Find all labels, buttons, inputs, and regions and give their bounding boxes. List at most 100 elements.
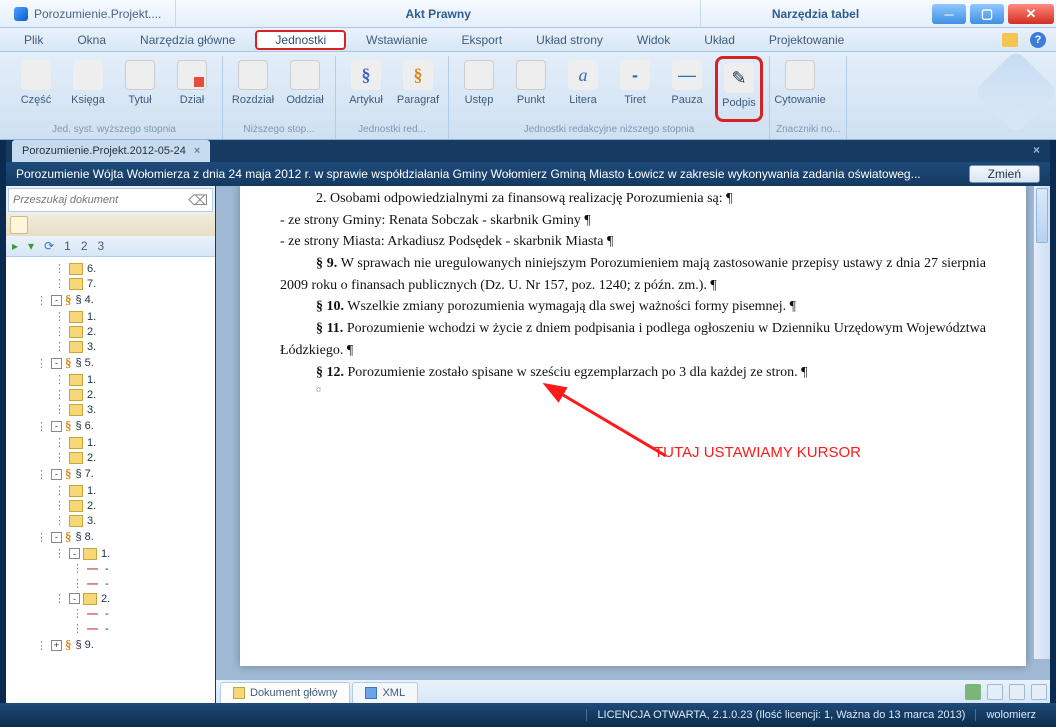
punkt-button[interactable]: Punkt	[507, 56, 555, 122]
czesc-button[interactable]: Część	[12, 56, 60, 122]
menu-okna[interactable]: Okna	[63, 31, 120, 49]
group-caption-5: Znaczniki no...	[776, 122, 840, 139]
tree-node[interactable]: ⋮1.	[8, 435, 213, 450]
folder-icon[interactable]	[1002, 33, 1018, 47]
menu-narzedzia-glowne[interactable]: Narzędzia główne	[126, 31, 249, 49]
nav-expand-icon[interactable]: ▸	[12, 239, 18, 253]
tab-xml[interactable]: XML	[352, 682, 418, 703]
pauza-button[interactable]: —Pauza	[663, 56, 711, 122]
title-tools: Narzędzia tabel	[700, 0, 930, 27]
close-tab-icon[interactable]: ×	[194, 145, 200, 157]
tree-node[interactable]: ⋮-§§ 4.	[8, 291, 213, 309]
menu-eksport[interactable]: Eksport	[447, 31, 516, 49]
rozdzial-button[interactable]: Rozdział	[229, 56, 277, 122]
tree-node[interactable]: ⋮-1.	[8, 546, 213, 561]
status-ok-icon[interactable]	[965, 684, 981, 700]
tree-node[interactable]: ⋮3.	[8, 513, 213, 528]
tab-dokument-glowny[interactable]: Dokument główny	[220, 682, 350, 703]
tree-node[interactable]: ⋮1.	[8, 372, 213, 387]
menu-jednostki[interactable]: Jednostki	[255, 30, 346, 50]
doc-line: § 11. Porozumienie wchodzi w życie z dni…	[280, 318, 986, 361]
nav-level-1[interactable]: 1	[64, 239, 71, 253]
dash-icon: -	[620, 60, 650, 90]
ustep-button[interactable]: Ustęp	[455, 56, 503, 122]
menu-uklad-strony[interactable]: Układ strony	[522, 31, 617, 49]
pen-icon: ✎	[724, 63, 754, 93]
tree-node[interactable]: ⋮-§§ 5.	[8, 354, 213, 372]
doc-strong: § 9.	[316, 256, 337, 271]
tree-node[interactable]: ⋮7.	[8, 276, 213, 291]
panel-view-icon[interactable]	[10, 216, 28, 234]
export-other-icon[interactable]	[1031, 684, 1047, 700]
menu-wstawianie[interactable]: Wstawianie	[352, 31, 441, 49]
tree-node[interactable]: ⋮2.	[8, 498, 213, 513]
litera-button[interactable]: aLitera	[559, 56, 607, 122]
zmien-button[interactable]: Zmień	[969, 165, 1040, 183]
tree-node[interactable]: ⋮—-	[8, 606, 213, 621]
tree-node[interactable]: ⋮2.	[8, 387, 213, 402]
nav-level-3[interactable]: 3	[98, 239, 105, 253]
tree-node[interactable]: ⋮6.	[8, 261, 213, 276]
tree-node[interactable]: ⋮-§§ 8.	[8, 528, 213, 546]
menu-uklad[interactable]: Układ	[690, 31, 749, 49]
close-button[interactable]: ✕	[1008, 4, 1054, 24]
page-viewport[interactable]: 2. Osobami odpowiedzialnymi za finansową…	[216, 186, 1050, 679]
vscroll-thumb[interactable]	[1036, 188, 1048, 243]
dzial-button[interactable]: Dział	[168, 56, 216, 122]
paragraph-icon: §	[403, 60, 433, 90]
tree-node[interactable]: ⋮2.	[8, 324, 213, 339]
section-icon: §	[351, 60, 381, 90]
doc-line: § 10. Wszelkie zmiany porozumienia wymag…	[280, 296, 986, 318]
page-icon	[516, 60, 546, 90]
tree-node[interactable]: ⋮3.	[8, 339, 213, 354]
search-box[interactable]: ⌫	[8, 188, 213, 212]
menu-plik[interactable]: Plik	[10, 31, 57, 49]
export-word-icon[interactable]	[987, 684, 1003, 700]
minimize-button[interactable]: ─	[932, 4, 966, 24]
tree-node[interactable]: ⋮1.	[8, 483, 213, 498]
eraser-icon[interactable]: ⌫	[188, 192, 208, 209]
tree-node[interactable]: ⋮3.	[8, 402, 213, 417]
tree-node[interactable]: ⋮-2.	[8, 591, 213, 606]
help-icon[interactable]: ?	[1030, 32, 1046, 48]
tree-node[interactable]: ⋮—-	[8, 561, 213, 576]
export-pdf-icon[interactable]	[1009, 684, 1025, 700]
tree-node[interactable]: ⋮—-	[8, 576, 213, 591]
nav-level-2[interactable]: 2	[81, 239, 88, 253]
tree-node[interactable]: ⋮-§§ 6.	[8, 417, 213, 435]
menu-projektowanie[interactable]: Projektowanie	[755, 31, 858, 49]
tab-label: XML	[382, 687, 405, 699]
document-page[interactable]: 2. Osobami odpowiedzialnymi za finansową…	[240, 186, 1026, 666]
menu-widok[interactable]: Widok	[623, 31, 684, 49]
tree-node[interactable]: ⋮2.	[8, 450, 213, 465]
tytul-button[interactable]: Tytuł	[116, 56, 164, 122]
tiret-button[interactable]: -Tiret	[611, 56, 659, 122]
ksiega-button[interactable]: Księga	[64, 56, 112, 122]
cytowanie-button[interactable]: Cytowanie	[776, 56, 824, 122]
page-icon	[238, 60, 268, 90]
status-bar: LICENCJA OTWARTA, 2.1.0.23 (Ilość licenc…	[0, 703, 1056, 727]
artykul-button[interactable]: §Artykuł	[342, 56, 390, 122]
nav-collapse-icon[interactable]: ▾	[28, 239, 34, 253]
tree-node[interactable]: ⋮1.	[8, 309, 213, 324]
menu-row: Plik Okna Narzędzia główne Jednostki Wst…	[0, 28, 1056, 52]
vertical-scrollbar[interactable]	[1033, 186, 1050, 659]
tree-node[interactable]: ⋮-§§ 7.	[8, 465, 213, 483]
document-tab[interactable]: Porozumienie.Projekt.2012-05-24 ×	[12, 140, 210, 162]
podpis-button[interactable]: ✎Podpis	[715, 56, 763, 122]
page-red-icon	[177, 60, 207, 90]
left-panel: ⌫ ▸ ▾ ⟳ 1 2 3 ⋮6.⋮7.⋮-§§ 4.⋮1.⋮2.⋮3.⋮-§§…	[6, 186, 216, 703]
oddzial-button[interactable]: Oddział	[281, 56, 329, 122]
nav-refresh-icon[interactable]: ⟳	[44, 239, 54, 253]
tree-node[interactable]: ⋮—-	[8, 621, 213, 636]
structure-tree[interactable]: ⋮6.⋮7.⋮-§§ 4.⋮1.⋮2.⋮3.⋮-§§ 5.⋮1.⋮2.⋮3.⋮-…	[6, 257, 215, 703]
maximize-button[interactable]: ▢	[970, 4, 1004, 24]
document-area: 2. Osobami odpowiedzialnymi za finansową…	[216, 186, 1050, 703]
tree-node[interactable]: ⋮+§§ 9.	[8, 636, 213, 654]
doc-line: - ze strony Miasta: Arkadiusz Podsędek -…	[280, 231, 986, 253]
search-input[interactable]	[13, 194, 188, 206]
doc-cursor-line[interactable]: ¤	[280, 383, 986, 399]
paragraf-button[interactable]: §Paragraf	[394, 56, 442, 122]
close-all-tabs-icon[interactable]: ×	[1023, 140, 1050, 162]
status-license: LICENCJA OTWARTA, 2.1.0.23 (Ilość licenc…	[586, 709, 975, 721]
